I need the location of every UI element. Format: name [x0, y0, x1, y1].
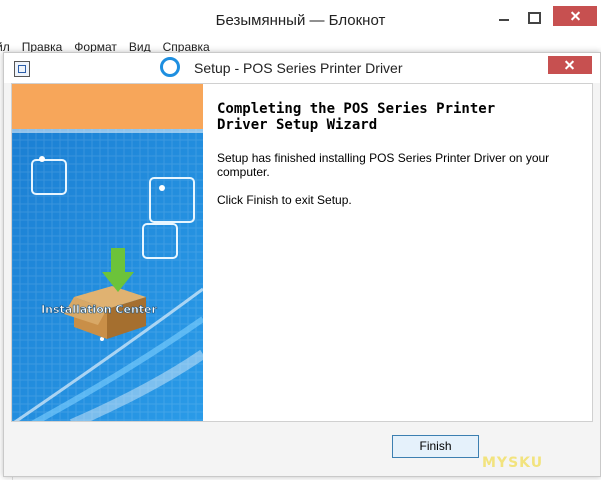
setup-dialog: Setup - POS Series Printer Driver Instal…	[3, 52, 601, 477]
watermark: MYSKU	[482, 455, 544, 471]
ring-icon	[160, 57, 180, 77]
close-icon[interactable]	[548, 56, 592, 74]
wizard-heading: Completing the POS Series Printer Driver…	[217, 101, 577, 133]
wizard-instruction: Click Finish to exit Setup.	[217, 193, 352, 207]
maximize-icon[interactable]	[520, 8, 548, 28]
wizard-heading-line2: Driver Setup Wizard	[217, 117, 378, 133]
setup-title: Setup - POS Series Printer Driver	[194, 60, 403, 76]
wizard-description: Setup has finished installing POS Series…	[217, 151, 550, 179]
setup-titlebar: Setup - POS Series Printer Driver	[4, 53, 600, 83]
minimize-icon[interactable]	[490, 8, 518, 28]
wizard-heading-line1: Completing the POS Series Printer	[217, 101, 496, 117]
setup-app-icon	[14, 61, 30, 77]
wizard-text: Completing the POS Series Printer Driver…	[217, 101, 577, 207]
installation-center-label: Installation Center	[41, 303, 157, 316]
notepad-titlebar: Безымянный — Блокнот	[0, 0, 601, 40]
installation-center-image: Installation Center	[12, 84, 203, 421]
wizard-content: Installation Center Completing the POS S…	[11, 83, 593, 422]
finish-button[interactable]: Finish	[392, 435, 479, 458]
close-icon[interactable]	[553, 6, 597, 26]
